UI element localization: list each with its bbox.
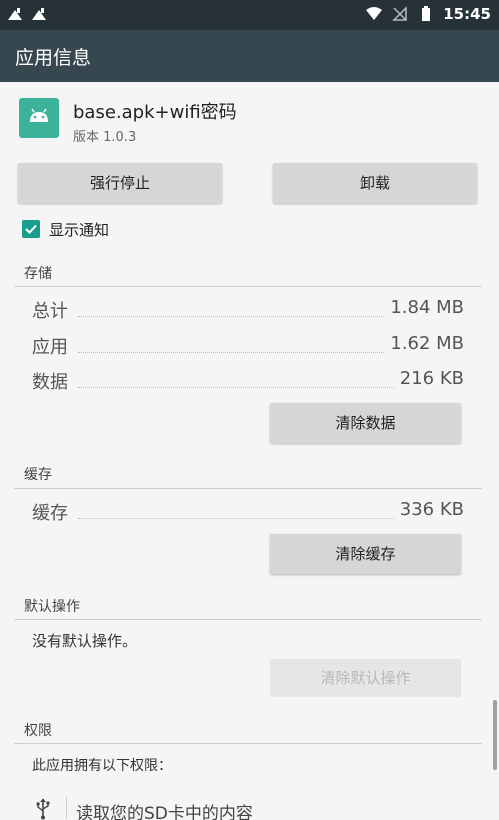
cache-divider: [14, 488, 482, 489]
clear-cache-button[interactable]: 清除缓存: [270, 534, 461, 574]
uninstall-label: 卸载: [359, 174, 390, 192]
dotted-leader: [78, 387, 394, 388]
dotted-leader: [78, 518, 394, 519]
defaults-header: 默认操作: [24, 599, 80, 615]
force-stop-button[interactable]: 强行停止: [18, 163, 222, 203]
status-bar-right: 15:45: [365, 5, 491, 23]
wifi-icon: [366, 7, 383, 20]
permissions-intro: 此应用拥有以下权限：: [32, 758, 172, 774]
clear-cache-label: 清除缓存: [335, 545, 396, 563]
scrollbar[interactable]: [493, 700, 497, 770]
storage-divider: [14, 286, 482, 287]
checkmark-icon: [25, 224, 37, 234]
permission-item: 读取您的SD卡中的内容: [76, 804, 253, 820]
clear-data-button[interactable]: 清除数据: [270, 403, 461, 443]
android-icon: [19, 98, 59, 138]
status-bar-left: [6, 6, 48, 24]
app-version: 版本 1.0.3: [73, 130, 137, 145]
cache-label: 缓存: [32, 503, 68, 524]
storage-total-label: 总计: [32, 301, 68, 322]
dotted-leader: [78, 352, 384, 353]
show-notifications-label[interactable]: 显示通知: [49, 219, 109, 240]
permissions-divider: [14, 743, 482, 744]
cache-header: 缓存: [24, 467, 52, 483]
clear-defaults-button[interactable]: 清除默认操作: [270, 659, 461, 697]
defaults-text: 没有默认操作。: [32, 632, 138, 650]
show-notifications-checkbox[interactable]: [22, 220, 40, 238]
status-bar: 15:45: [0, 0, 499, 30]
storage-app-label: 应用: [32, 337, 68, 358]
no-sim-icon: [392, 6, 407, 21]
force-stop-label: 强行停止: [89, 174, 150, 192]
storage-app-value: 1.62 MB: [390, 333, 464, 354]
page-title: 应用信息: [15, 47, 92, 69]
app-bar: 应用信息: [0, 30, 499, 82]
storage-total-value: 1.84 MB: [390, 297, 464, 318]
status-time: 15:45: [443, 5, 491, 23]
clear-data-label: 清除数据: [335, 414, 396, 432]
storage-header: 存储: [24, 266, 52, 282]
dotted-leader: [78, 316, 384, 317]
app-name: base.apk+wifi密码: [73, 102, 237, 123]
usb-icon: [36, 798, 50, 820]
battery-icon: [422, 6, 431, 21]
uninstall-button[interactable]: 卸载: [273, 163, 477, 203]
notification-app-icon: [8, 8, 22, 20]
defaults-divider: [14, 619, 482, 620]
clear-defaults-label: 清除默认操作: [320, 669, 411, 687]
storage-data-label: 数据: [32, 372, 68, 393]
notification-app-icon: [32, 8, 46, 20]
permissions-header: 权限: [24, 723, 52, 739]
permission-separator: [66, 797, 67, 819]
storage-data-value: 216 KB: [399, 368, 464, 389]
cache-value: 336 KB: [399, 499, 464, 520]
